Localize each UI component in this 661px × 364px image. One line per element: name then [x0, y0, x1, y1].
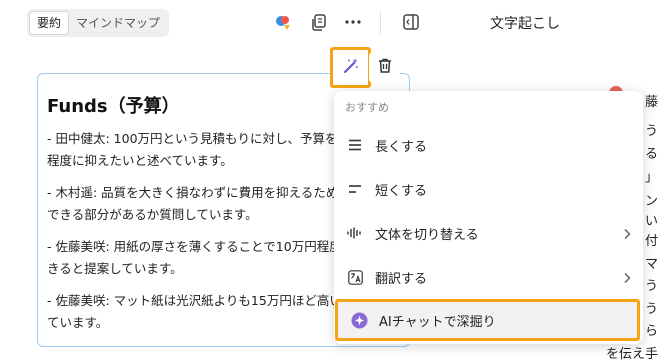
lines-long-icon [345, 135, 365, 155]
transcript-fragment: る [645, 147, 659, 162]
transcript-fragment: ン [645, 194, 659, 209]
more-icon[interactable] [343, 12, 363, 32]
transcript-fragment: う [645, 279, 659, 294]
menu-item-translate[interactable]: 翻訳する [334, 255, 643, 299]
translate-icon [345, 267, 365, 287]
view-tabs: 要約 マインドマップ [27, 9, 170, 37]
transcript-fragment: ら [645, 324, 659, 339]
menu-item-label: 文体を切り替える [375, 227, 479, 243]
color-assistant-icon[interactable] [273, 12, 293, 32]
transcript-fragment: 藤 [645, 95, 659, 110]
sidebar-toggle-icon[interactable] [401, 12, 421, 32]
transcript-title: 文字起こし [490, 16, 560, 32]
tab-summary[interactable]: 要約 [29, 11, 70, 35]
menu-item-shorten[interactable]: 短くする [334, 167, 643, 211]
menu-item-label: 短くする [375, 183, 428, 199]
soundwave-icon [345, 223, 365, 243]
trash-icon [378, 58, 392, 77]
transcript-fragment: 付 [645, 234, 659, 249]
tab-mindmap[interactable]: マインドマップ [69, 11, 167, 35]
transcript-fragment: う [645, 302, 659, 317]
menu-item-label: 翻訳する [375, 271, 428, 287]
ai-edit-menu: おすすめ 長くする 短くする 文体を切り替える 翻訳する AIチャットで深掘り [334, 91, 643, 344]
menu-item-label: AIチャットで深掘り [379, 314, 496, 330]
lines-short-icon [345, 179, 365, 199]
ai-edit-button[interactable] [330, 47, 371, 88]
copy-icon[interactable] [309, 12, 329, 32]
menu-section-label: おすすめ [345, 101, 389, 114]
toolbar-divider [380, 12, 381, 34]
transcript-fragment: 」 [645, 170, 659, 185]
transcript-fragment: マ [645, 257, 659, 272]
magic-wand-icon [342, 57, 360, 79]
transcript-fragment: う [645, 124, 659, 139]
transcript-fragment: い [645, 214, 659, 229]
menu-item-lengthen[interactable]: 長くする [334, 123, 643, 167]
menu-item-label: 長くする [375, 139, 428, 155]
ai-chat-icon [349, 310, 369, 330]
menu-item-switch-style[interactable]: 文体を切り替える [334, 211, 643, 255]
chevron-right-icon [623, 225, 631, 244]
delete-button[interactable] [369, 52, 400, 83]
transcript-fragment: を伝え手 [606, 347, 659, 362]
menu-item-ai-chat[interactable]: AIチャットで深掘り [335, 299, 640, 341]
chevron-right-icon [623, 269, 631, 288]
